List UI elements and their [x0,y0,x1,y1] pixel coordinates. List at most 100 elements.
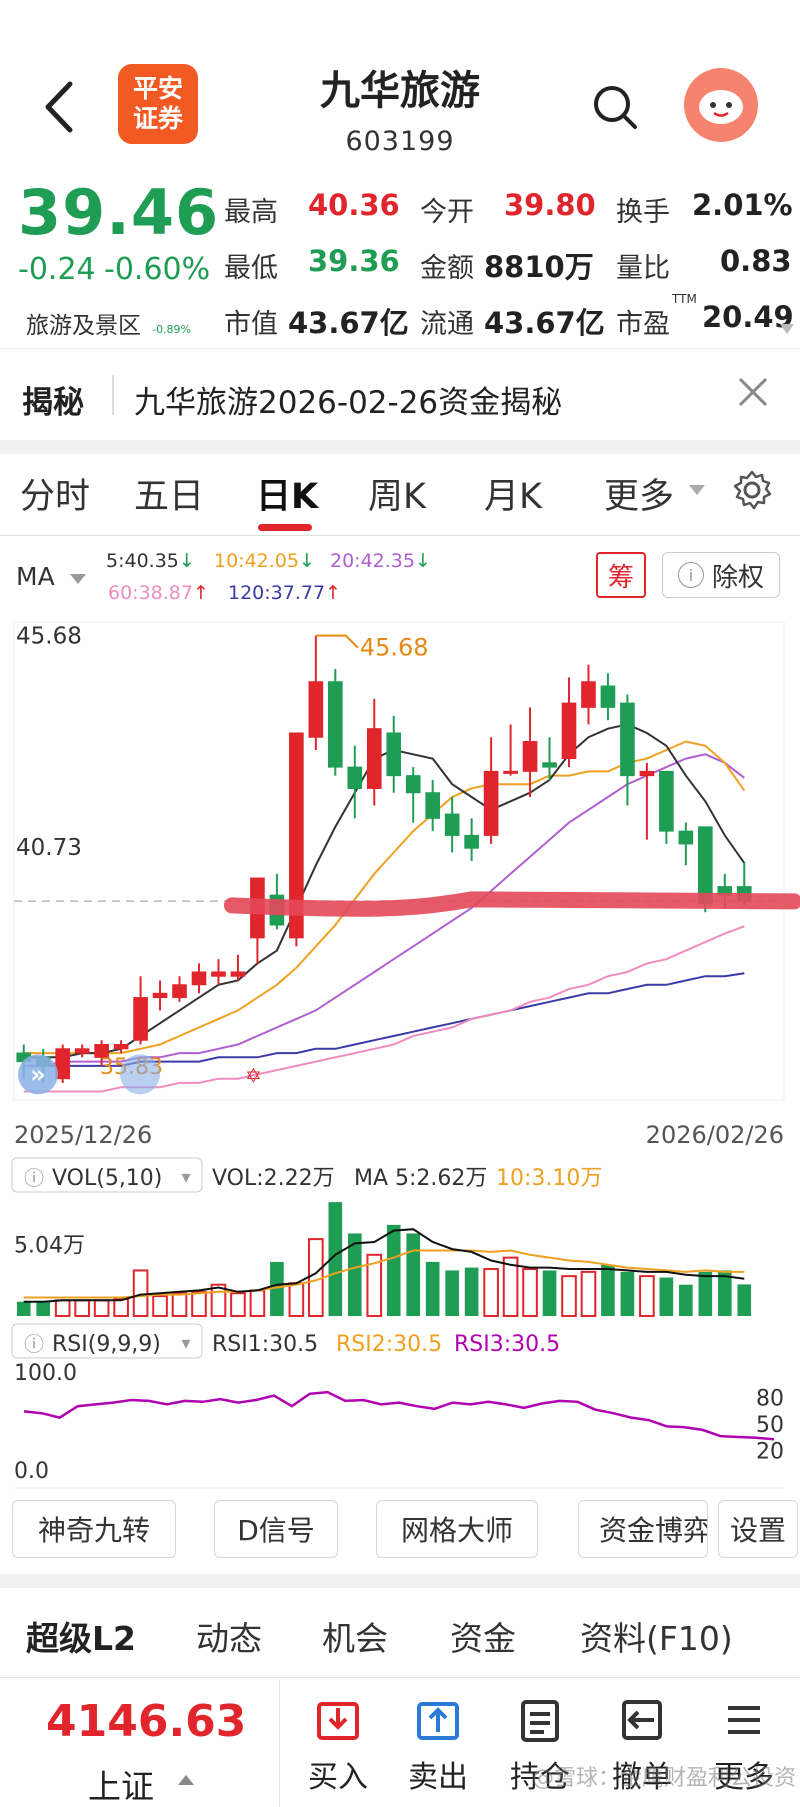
vol-title: VOL(5,10) [52,1166,162,1191]
rsi-y-80: 80 [756,1387,784,1412]
sector-link[interactable]: 旅游及景区 -0.89% [26,306,191,340]
volume-bar [425,1261,440,1316]
volume-bar [191,1290,207,1318]
mascot-avatar-icon[interactable] [684,68,758,142]
grid-master-button[interactable]: 网格大师 [376,1500,538,1558]
back-arrow-icon[interactable] [40,80,80,134]
amount-value: 8810万 [484,250,594,284]
mktcap-label: 市值 [224,309,278,340]
price-change-pct: -0.60% [104,252,211,287]
cancel-order-icon [622,1700,662,1740]
candle-body [328,681,343,768]
index-value: 4146.63 [46,1696,247,1747]
candle-body [113,1044,129,1050]
capital-game-button[interactable]: 资金博弈 [578,1500,708,1558]
turnover-value: 2.01% [692,188,793,222]
tab-daily-k[interactable]: 日K [256,468,318,519]
tab-capital[interactable]: 资金 [450,1612,516,1660]
tab-weekly-k[interactable]: 周K [368,468,426,519]
y-tick-high: 45.68 [16,624,82,650]
volume-bar [620,1271,635,1316]
ex-rights-button[interactable]: i 除权 [662,552,780,598]
low-value: 39.36 [308,244,400,278]
ma60-readout: 60:38.87↑ [108,582,209,604]
index-expand-icon[interactable] [176,1772,196,1786]
tab-news[interactable]: 动态 [196,1612,262,1660]
d-signal-button[interactable]: D信号 [214,1500,338,1558]
magic-nine-button[interactable]: 神奇九转 [12,1500,176,1558]
ma-legend: MA 5:40.35↓ 10:42.05↓ 20:42.35↓ 60:38.87… [0,540,800,614]
high-label: 最高 [224,197,278,228]
news-close-icon[interactable] [736,375,770,409]
news-bar[interactable]: 揭秘 九华旅游2026-02-26资金揭秘 [0,348,800,440]
info-icon: i [677,562,704,588]
news-divider [112,375,114,415]
volume-bar [464,1267,479,1316]
vol-ratio-value: 0.83 [720,244,792,278]
buy-button[interactable]: 买入 [290,1690,386,1800]
ma20-readout: 20:42.35↓ [330,550,431,572]
candle-body [230,971,246,977]
high-annotation-leader [315,634,359,649]
tab-more[interactable]: 更多 [604,468,674,519]
search-icon[interactable] [592,84,638,130]
section-gap [0,440,800,454]
float-value: 43.67亿 [484,306,605,340]
pe-label: 市盈 [616,309,670,340]
gear-icon[interactable] [730,468,774,512]
vol-ma10-readout: 10:3.10万 [496,1166,602,1191]
price-panel-frame [13,621,785,1101]
candle-body [522,741,538,772]
ma120-line [23,972,745,1067]
tab-more-dropdown-icon[interactable] [688,482,706,496]
tab-5day[interactable]: 五日 [134,468,204,519]
ma-selector[interactable]: MA [16,562,87,591]
tab-f10[interactable]: 资料(F10) [580,1612,733,1660]
candle-body [191,971,207,986]
rsi-info-icon: ⓘ [24,1332,44,1356]
footer-bar: 4146.63 上证 买入 卖出 持仓 撤单 更多 @雪球：金鹰财盈利公投资 [0,1680,800,1807]
chip-distribution-button[interactable]: 筹 [596,552,646,598]
tab-opportunity[interactable]: 机会 [322,1612,388,1660]
candle-body [698,826,713,905]
rsi-y-100: 100.0 [14,1361,77,1386]
high-value: 40.36 [308,188,400,222]
candle-body [308,681,324,738]
volume-bar [16,1301,31,1316]
stock-code: 603199 [345,126,455,157]
ma5-readout: 5:40.35↓ [106,550,195,572]
candle-body [444,813,460,836]
volume-bar [542,1270,557,1316]
tab-super-l2[interactable]: 超级L2 [26,1612,136,1660]
index-ticker[interactable]: 4146.63 上证 [0,1680,280,1807]
volume-bar [639,1275,655,1318]
high-annotation-label: 45.68 [360,634,429,662]
tab-monthly-k[interactable]: 月K [484,468,542,519]
vol-ma5-readout: MA 5:2.62万 [354,1166,487,1191]
volume-bar [152,1295,168,1317]
candle-body [581,681,596,708]
buy-label: 买入 [308,1760,368,1795]
section-gap-2 [0,1574,800,1588]
index-name: 上证 [88,1767,154,1806]
sell-button[interactable]: 卖出 [390,1690,486,1800]
chart-area[interactable]: 45.6835.8345.6840.73✡»2025/12/262026/02/… [0,610,800,1490]
volume-bar [679,1284,693,1316]
mktcap-value: 43.67亿 [288,306,409,340]
x-label-start: 2025/12/26 [14,1121,152,1149]
settings-button[interactable]: 设置 [718,1500,798,1558]
vol-ma5_line [23,1228,745,1303]
rsi-line [23,1390,775,1441]
volume-bar [113,1297,129,1317]
rsi2-readout: RSI2:30.5 [336,1332,442,1357]
quote-panel: 39.46 -0.24 -0.60% 旅游及景区 -0.89% 最高 40.36… [0,170,800,342]
candle-body [561,702,577,760]
period-tabs: 分时 五日 日K 周K 月K 更多 [0,454,800,536]
rsi-y-20: 20 [756,1439,784,1464]
candle-body [600,685,616,708]
volume-bar [406,1233,421,1316]
expand-chevron-icon[interactable] [778,320,796,338]
vol-readout: VOL:2.22万 [212,1166,335,1191]
tab-timeshare[interactable]: 分时 [20,468,90,519]
x-label-end: 2026/02/26 [646,1121,784,1149]
